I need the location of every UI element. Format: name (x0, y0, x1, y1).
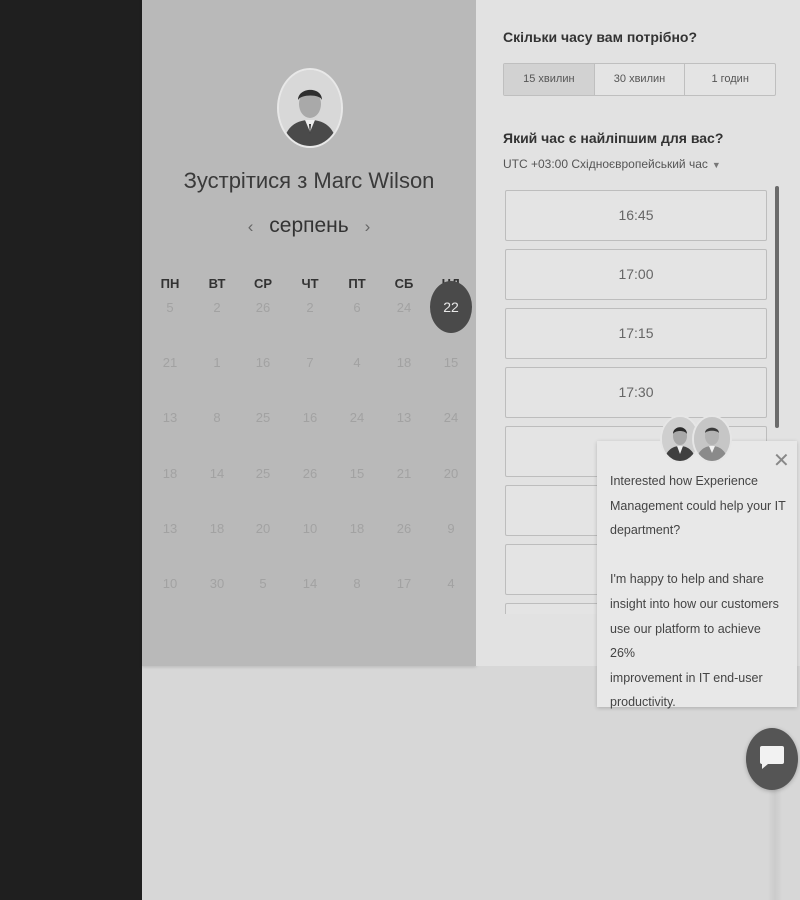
calendar-day[interactable]: 21 (146, 355, 194, 370)
calendar-day[interactable]: 10 (286, 521, 334, 536)
calendar-day[interactable]: 18 (193, 521, 241, 536)
time-question: Який час є найліпшим для вас? (503, 130, 724, 146)
weekday-label: ПТ (348, 276, 366, 291)
time-slot[interactable]: 17:15 (505, 308, 767, 359)
duration-option-15[interactable]: 15 хвилин (504, 64, 595, 95)
calendar-day[interactable]: 26 (286, 466, 334, 481)
calendar-day[interactable]: 15 (333, 466, 381, 481)
calendar-day[interactable]: 24 (380, 300, 428, 315)
weekday-label: ВТ (208, 276, 226, 291)
calendar-day[interactable]: 5 (239, 576, 287, 591)
chat-paragraph-gap (610, 543, 788, 568)
chat-line: Management could help your IT (610, 498, 786, 513)
weekday-label: СР (253, 276, 273, 291)
chevron-left-icon[interactable]: ‹ (238, 217, 264, 237)
calendar-day[interactable]: 2 (286, 300, 334, 315)
slot-list-scrollbar[interactable] (775, 186, 779, 428)
calendar-day[interactable]: 26 (380, 521, 428, 536)
calendar-day[interactable]: 5 (146, 300, 194, 315)
chat-line: improvement in IT end-user (610, 670, 763, 685)
calendar-day[interactable]: 6 (333, 300, 381, 315)
calendar-day[interactable]: 4 (333, 355, 381, 370)
chat-line: department? (610, 523, 681, 538)
timezone-label: UTC +03:00 Східноєвропейський час (503, 157, 708, 171)
meeting-title: Зустрітися з Marc Wilson (183, 168, 435, 193)
calendar-day[interactable]: 16 (286, 410, 334, 425)
chat-launcher-button[interactable] (746, 728, 798, 790)
agent-avatar (692, 415, 732, 463)
chat-line: insight into how our customers (610, 596, 779, 611)
calendar-day[interactable]: 18 (333, 521, 381, 536)
calendar-day[interactable]: 9 (427, 521, 475, 536)
month-navigation: ‹ серпень › (142, 214, 476, 238)
calendar-day[interactable]: 13 (146, 410, 194, 425)
chat-line: I'm happy to help and share (610, 572, 764, 587)
calendar-day[interactable]: 24 (333, 410, 381, 425)
calendar-day[interactable]: 13 (146, 521, 194, 536)
time-slot[interactable]: 16:45 (505, 190, 767, 241)
chat-line: use our platform to achieve 26% (610, 621, 761, 661)
chat-line: productivity. (610, 695, 676, 710)
calendar-day[interactable]: 17 (380, 576, 428, 591)
dark-sidebar (0, 0, 142, 900)
weekday-label: ЧТ (301, 276, 319, 291)
selected-day[interactable]: 22 (430, 281, 472, 333)
duration-option-30[interactable]: 30 хвилин (595, 64, 686, 95)
caret-down-icon: ▼ (711, 160, 721, 170)
duration-question: Скільки часу вам потрібно? (503, 29, 698, 45)
chat-message: Interested how Experience Management cou… (610, 469, 788, 715)
calendar-day[interactable]: 10 (146, 576, 194, 591)
calendar-day[interactable]: 16 (239, 355, 287, 370)
page-shadow (768, 790, 782, 900)
calendar-day[interactable]: 18 (380, 355, 428, 370)
calendar-day[interactable]: 26 (239, 300, 287, 315)
calendar-day[interactable]: 18 (146, 466, 194, 481)
host-avatar (277, 68, 343, 148)
calendar-day[interactable]: 2 (193, 300, 241, 315)
calendar-day[interactable]: 8 (333, 576, 381, 591)
weekday-label: СБ (394, 276, 414, 291)
time-slot[interactable]: 17:30 (505, 367, 767, 418)
calendar-day[interactable]: 20 (239, 521, 287, 536)
calendar-day[interactable]: 8 (193, 410, 241, 425)
calendar-day[interactable]: 25 (239, 410, 287, 425)
close-icon[interactable]: ✕ (773, 451, 790, 471)
chat-bubble-icon (757, 742, 787, 777)
duration-option-60[interactable]: 1 годин (685, 64, 775, 95)
calendar-day[interactable]: 14 (193, 466, 241, 481)
calendar-day[interactable]: 1 (193, 355, 241, 370)
calendar-day[interactable]: 14 (286, 576, 334, 591)
calendar-day[interactable]: 4 (427, 576, 475, 591)
calendar-day[interactable]: 21 (380, 466, 428, 481)
calendar-day[interactable]: 30 (193, 576, 241, 591)
duration-selector: 15 хвилин 30 хвилин 1 годин (503, 63, 776, 96)
calendar-day[interactable]: 15 (427, 355, 475, 370)
calendar-day[interactable]: 25 (239, 466, 287, 481)
calendar-day[interactable]: 24 (427, 410, 475, 425)
chat-line: Interested how Experience (610, 474, 759, 488)
calendar-day[interactable]: 20 (427, 466, 475, 481)
calendar-day[interactable]: 7 (286, 355, 334, 370)
time-slot[interactable]: 17:00 (505, 249, 767, 300)
chevron-right-icon[interactable]: › (355, 217, 381, 237)
calendar-day[interactable]: 13 (380, 410, 428, 425)
month-label: серпень (269, 214, 349, 237)
timezone-dropdown[interactable]: UTC +03:00 Східноєвропейський час ▼ (503, 157, 721, 171)
weekday-label: ПН (160, 276, 180, 291)
